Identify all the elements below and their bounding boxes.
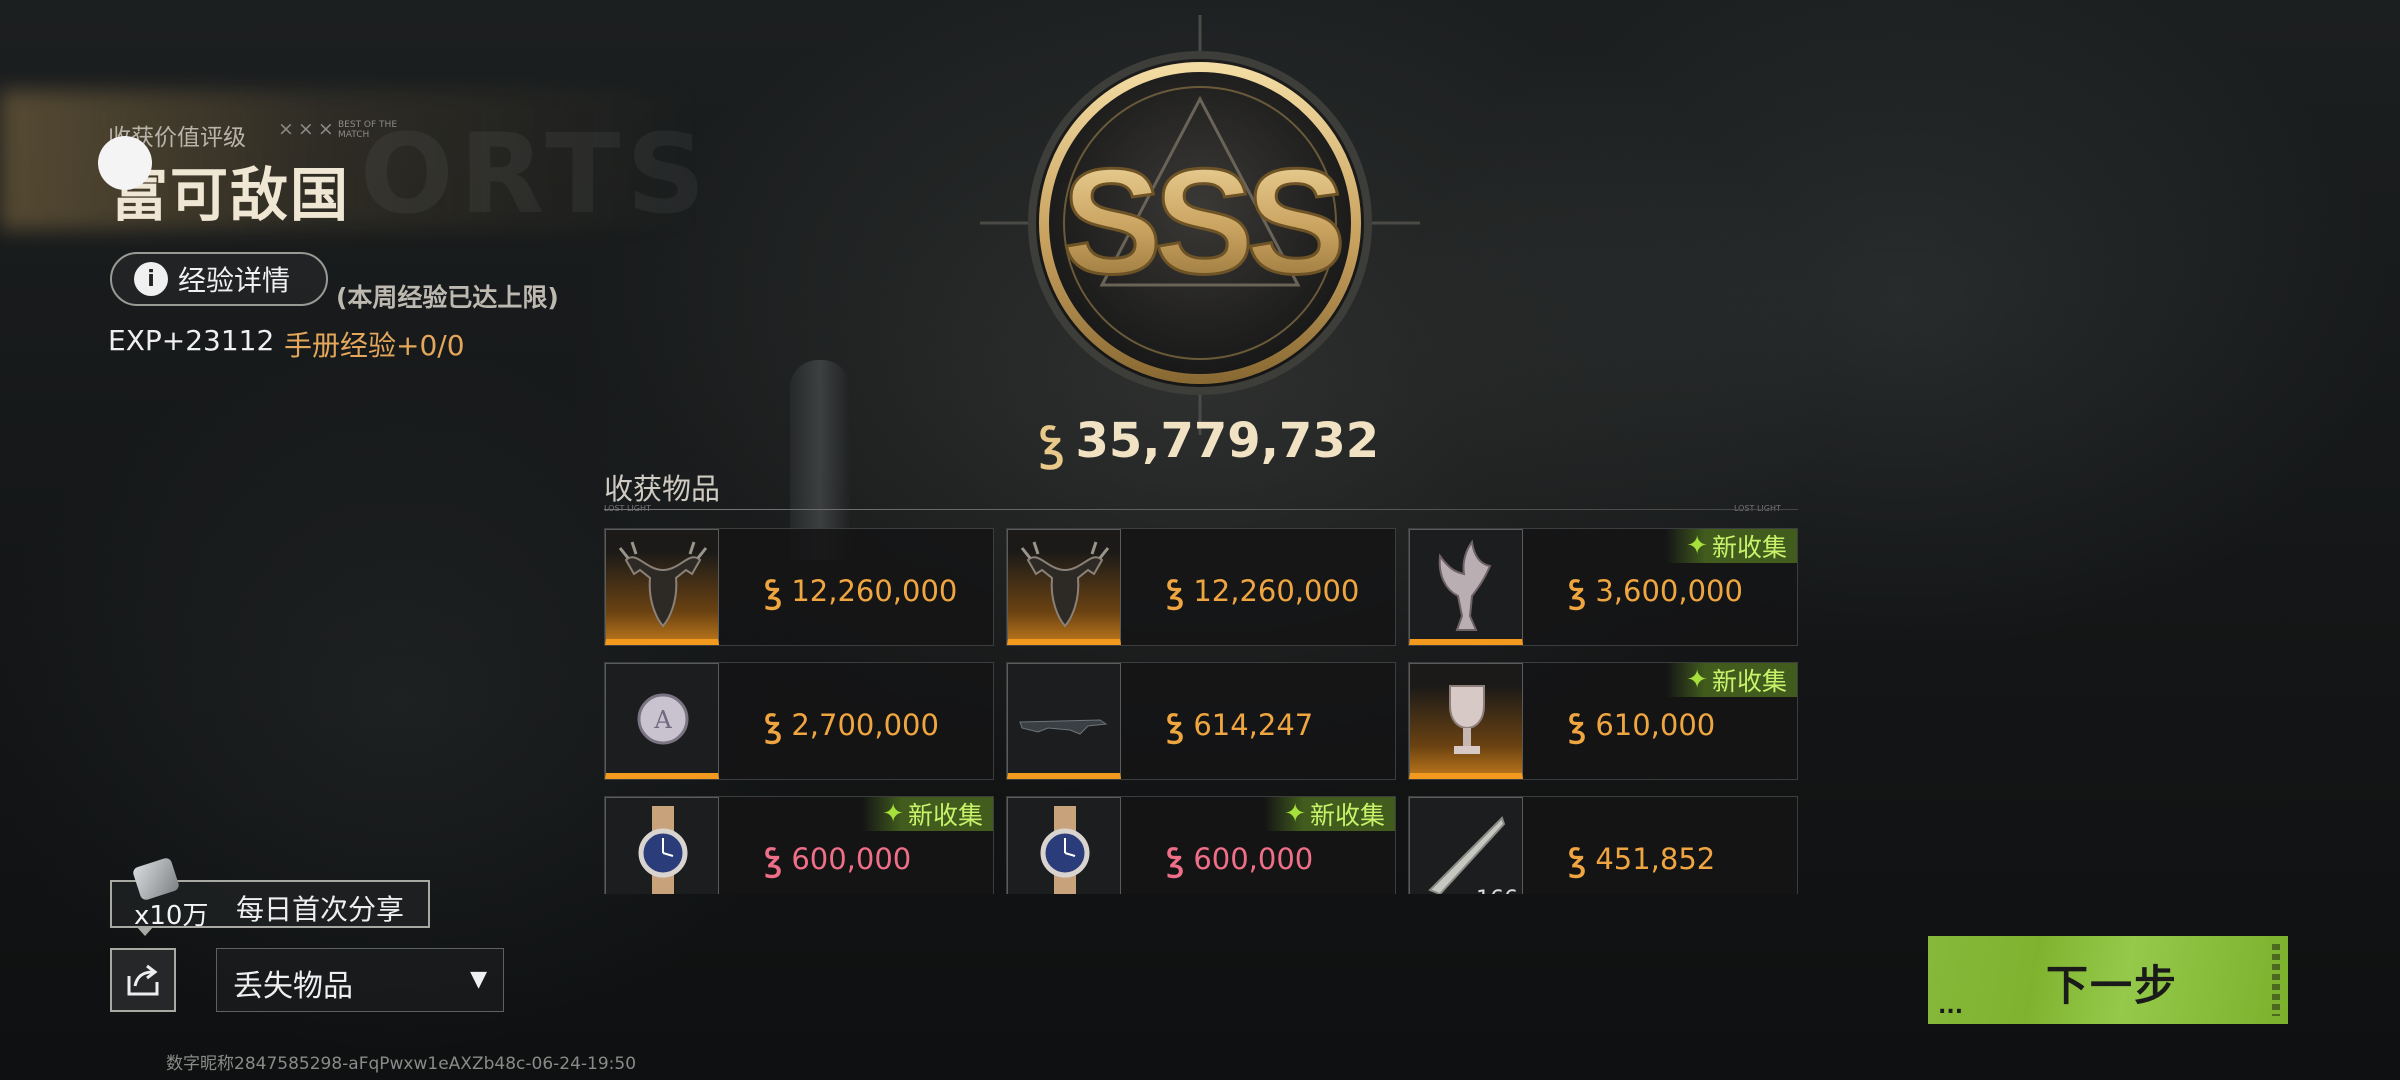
caret-down-icon: ▼ xyxy=(470,967,487,992)
silver-coin-icon: A xyxy=(637,693,689,745)
loot-item-card[interactable]: ꝣ 12,260,000 xyxy=(604,528,994,646)
next-step-label: 下一步 xyxy=(2046,961,2179,1010)
daily-share-label: 每日首次分享 xyxy=(236,893,405,926)
share-button[interactable] xyxy=(110,948,176,1012)
loot-item-thumbnail xyxy=(1409,663,1523,779)
loot-item-thumbnail xyxy=(1409,529,1523,645)
phoenix-statue-icon xyxy=(1438,539,1492,631)
hafu-coin-icon: ꝣ xyxy=(765,706,782,744)
trophy-cup-icon xyxy=(1449,685,1485,754)
sparkle-icon: ✦ xyxy=(1284,799,1306,829)
loot-item-price-value: 451,852 xyxy=(1595,841,1716,876)
exp-limit-note: (本周经验已达上限) xyxy=(336,283,559,312)
new-collection-badge: ✦ 新收集 xyxy=(1264,797,1395,831)
handbook-exp: 手册经验+0/0 xyxy=(284,329,465,362)
new-collection-badge: ✦ 新收集 xyxy=(1666,663,1797,697)
loot-item-card[interactable]: ꝣ 600,000 ✦ 新收集 xyxy=(1006,796,1396,894)
new-collection-badge: ✦ 新收集 xyxy=(1666,529,1797,563)
new-collection-badge: ✦ 新收集 xyxy=(862,797,993,831)
loot-grid[interactable]: ꝣ 12,260,000 ꝣ 12,260,000 ꝣ 3,600,000 ✦ 新收集 Aꝣ 2,… xyxy=(604,528,1800,894)
loot-item-price: ꝣ 600,000 xyxy=(1167,837,1313,880)
hafu-coin-icon: ꝣ xyxy=(1167,706,1184,744)
loot-item-card[interactable]: Aꝣ 2,700,000 xyxy=(604,662,994,780)
hafu-coin-icon: ꝣ xyxy=(1569,572,1586,610)
exp-detail-button[interactable]: i 经验详情 xyxy=(110,252,328,306)
loot-item-card[interactable]: ꝣ 12,260,000 xyxy=(1006,528,1396,646)
loot-item-thumbnail xyxy=(1007,663,1121,779)
loot-item-price: ꝣ 600,000 xyxy=(765,837,911,880)
loot-item-price-value: 12,260,000 xyxy=(791,573,958,608)
loot-item-price: ꝣ 3,600,000 xyxy=(1569,569,1743,612)
loot-item-price: ꝣ 2,700,000 xyxy=(765,703,939,746)
loot-section-title: 收获物品 xyxy=(604,472,721,506)
next-button-dots: ... xyxy=(1938,994,1964,1019)
loot-item-price-value: 610,000 xyxy=(1595,707,1716,742)
wristwatch-icon xyxy=(1040,806,1090,894)
loot-item-thumbnail: A xyxy=(605,663,719,779)
info-icon: i xyxy=(134,262,168,296)
loot-item-card[interactable]: ꝣ 3,600,000 ✦ 新收集 xyxy=(1408,528,1798,646)
loot-item-price-value: 2,700,000 xyxy=(791,707,939,742)
sss-grade-text: SSS xyxy=(1062,137,1341,305)
loot-item-thumbnail xyxy=(605,797,719,894)
exp-value: EXP+23112 xyxy=(108,324,275,357)
lost-items-dropdown[interactable]: 丢失物品 ▼ xyxy=(216,948,504,1012)
touch-indicator-dot xyxy=(98,136,152,190)
hafu-coin-icon: ꝣ xyxy=(1569,840,1586,878)
total-value-amount: 35,779,732 xyxy=(1075,413,1380,469)
loot-item-card[interactable]: ꝣ 610,000 ✦ 新收集 xyxy=(1408,662,1798,780)
loot-item-thumbnail: 166 xyxy=(1409,797,1523,894)
loot-item-thumbnail xyxy=(1007,797,1121,894)
new-collection-label: 新收集 xyxy=(907,801,983,830)
new-collection-label: 新收集 xyxy=(1309,801,1385,830)
loot-item-price-value: 3,600,000 xyxy=(1595,573,1743,608)
tooltip-pointer xyxy=(136,926,154,936)
lost-items-label: 丢失物品 xyxy=(233,969,353,1004)
loot-item-card[interactable]: ꝣ 614,247 xyxy=(1006,662,1396,780)
loot-divider xyxy=(604,509,1798,510)
next-step-button[interactable]: ... 下一步 xyxy=(1928,936,2288,1024)
loot-item-card[interactable]: ꝣ 600,000 ✦ 新收集 xyxy=(604,796,994,894)
exp-detail-label: 经验详情 xyxy=(178,264,291,297)
loot-item-thumbnail xyxy=(605,529,719,645)
new-collection-label: 新收集 xyxy=(1711,533,1787,562)
svg-text:A: A xyxy=(653,706,672,734)
loot-item-quantity: 166 xyxy=(1476,887,1518,894)
bullet-icon xyxy=(1428,816,1506,894)
rifle-icon xyxy=(1019,719,1108,735)
loot-item-price: ꝣ 451,852 xyxy=(1569,837,1715,880)
loot-item-price: ꝣ 614,247 xyxy=(1167,703,1313,746)
loot-item-thumbnail xyxy=(1007,529,1121,645)
rank-badge-subtitle: BEST OF THE MATCH xyxy=(338,120,398,140)
sss-grade-emblem: SSS xyxy=(980,15,1420,435)
antler-shield-icon xyxy=(618,541,708,628)
hafu-coin-icon: ꝣ xyxy=(1167,840,1184,878)
total-value: ꝣ 35,779,732 xyxy=(1040,410,1380,472)
loot-item-price-value: 600,000 xyxy=(791,841,912,876)
rank-badge: ××× xyxy=(278,118,338,140)
loot-item-price: ꝣ 610,000 xyxy=(1569,703,1715,746)
hafu-coin-icon: ꝣ xyxy=(1569,706,1586,744)
hafu-coin-icon: ꝣ xyxy=(765,572,782,610)
background-ghost-text: ORTS xyxy=(360,110,712,238)
loot-item-price-value: 600,000 xyxy=(1193,841,1314,876)
hafu-coin-icon: ꝣ xyxy=(1040,415,1064,469)
loot-item-price-value: 12,260,000 xyxy=(1193,573,1360,608)
hafu-coin-icon: ꝣ xyxy=(765,840,782,878)
hafu-coin-icon: ꝣ xyxy=(1167,572,1184,610)
new-collection-label: 新收集 xyxy=(1711,667,1787,696)
loot-item-price: ꝣ 12,260,000 xyxy=(765,569,957,612)
antler-shield-icon xyxy=(1020,541,1110,628)
loot-item-price-value: 614,247 xyxy=(1193,707,1314,742)
sparkle-icon: ✦ xyxy=(1686,665,1708,695)
wristwatch-icon xyxy=(638,806,688,894)
next-button-stripes xyxy=(2272,944,2280,1016)
loot-item-price: ꝣ 12,260,000 xyxy=(1167,569,1359,612)
sparkle-icon: ✦ xyxy=(1686,531,1708,561)
sparkle-icon: ✦ xyxy=(882,799,904,829)
share-icon xyxy=(127,964,159,996)
loot-item-card[interactable]: 166 ꝣ 451,852 xyxy=(1408,796,1798,894)
player-id-watermark: 数字昵称2847585298-aFqPwxw1eAXZb48c-06-24-19… xyxy=(166,1054,637,1074)
